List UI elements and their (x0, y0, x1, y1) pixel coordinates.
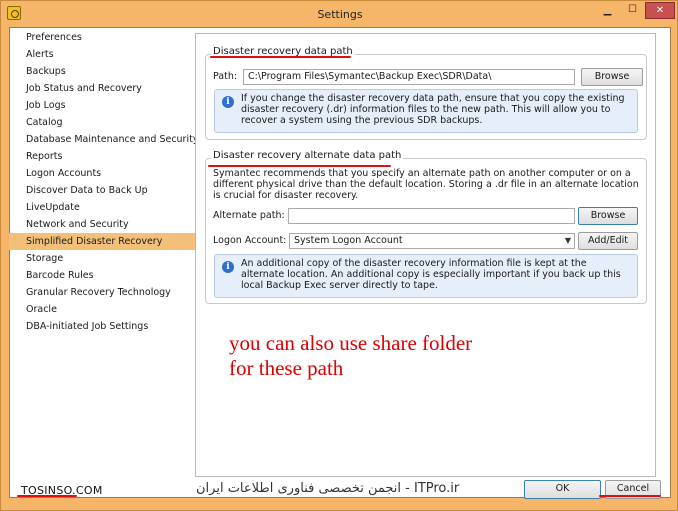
dr-alt-path-description: Symantec recommends that you specify an … (213, 168, 639, 202)
sidebar-item[interactable]: Catalog (9, 114, 195, 131)
dr-path-info-box: i If you change the disaster recovery da… (214, 89, 638, 133)
sidebar-item[interactable]: Database Maintenance and Security (9, 131, 198, 148)
dr-alt-path-info-text: An additional copy of the disaster recov… (241, 258, 621, 292)
sidebar-item[interactable]: Discover Data to Back Up (9, 182, 195, 199)
dr-path-info-text: If you change the disaster recovery data… (241, 93, 625, 127)
sidebar-item[interactable]: Simplified Disaster Recovery (9, 233, 195, 250)
sidebar-item[interactable]: Logon Accounts (9, 165, 195, 182)
alternate-path-input[interactable] (288, 208, 575, 224)
sidebar-item[interactable]: Storage (9, 250, 195, 267)
maximize-button[interactable]: ☐ (620, 2, 645, 19)
logon-account-select[interactable]: System Logon Account ▼ (289, 233, 575, 249)
settings-window: Settings ▁ ☐ ✕ Preferences Alerts Backups J… (0, 0, 678, 511)
sidebar-item[interactable]: Granular Recovery Technology (9, 284, 195, 301)
dr-alt-path-info-box: i An additional copy of the disaster rec… (214, 254, 638, 298)
dr-path-group: Disaster recovery data path Path: C:\Pro… (205, 46, 647, 140)
window-title: Settings (317, 8, 363, 21)
alternate-path-browse-button[interactable]: Browse (578, 207, 638, 225)
sidebar-item[interactable]: Reports (9, 148, 195, 165)
path-browse-button[interactable]: Browse (581, 68, 643, 86)
info-icon: i (222, 261, 234, 273)
logon-account-label: Logon Account: (213, 235, 287, 246)
help-underline-annotation (17, 495, 77, 497)
logon-account-value: System Logon Account (294, 235, 403, 246)
sidebar-item[interactable]: Oracle (9, 301, 195, 318)
ok-button[interactable]: OK (524, 480, 601, 499)
alternate-path-label: Alternate path: (213, 210, 285, 221)
red-annotation-text: you can also use share folder for these … (229, 331, 473, 380)
add-edit-button[interactable]: Add/Edit (578, 232, 638, 250)
sidebar-item[interactable]: Job Logs (9, 97, 195, 114)
title-underline-annotation (210, 56, 351, 58)
title-bar: Settings ▁ ☐ ✕ (1, 1, 678, 27)
sidebar-item[interactable]: DBA-initiated Job Settings (9, 318, 195, 335)
sidebar-item[interactable]: LiveUpdate (9, 199, 195, 216)
sidebar-item[interactable]: Job Status and Recovery (9, 80, 195, 97)
settings-panel: Disaster recovery data path Path: C:\Pro… (195, 33, 656, 477)
dr-alt-path-group: Disaster recovery alternate data path Sy… (205, 150, 647, 304)
chevron-down-icon: ▼ (564, 236, 571, 245)
settings-sidebar: Preferences Alerts Backups Job Status and R… (9, 29, 198, 335)
sidebar-item[interactable]: Alerts (9, 46, 195, 63)
watermark-center: انجمن تخصصی فناوری اطلاعات ایران - ITPro… (196, 481, 460, 496)
info-icon: i (222, 96, 234, 108)
sidebar-item[interactable]: Barcode Rules (9, 267, 195, 284)
path-input[interactable]: C:\Program Files\Symantec\Backup Exec\SD… (243, 69, 575, 85)
cancel-underline-annotation (599, 495, 661, 497)
sidebar-item[interactable]: Preferences (9, 29, 195, 46)
sidebar-item[interactable]: Backups (9, 63, 195, 80)
dr-alt-path-title: Disaster recovery alternate data path (211, 150, 404, 161)
sidebar-item[interactable]: Network and Security (9, 216, 195, 233)
minimize-button[interactable]: ▁ (595, 2, 620, 19)
path-label: Path: (213, 71, 238, 82)
close-button[interactable]: ✕ (645, 2, 675, 19)
title-underline-annotation-2 (208, 165, 391, 167)
